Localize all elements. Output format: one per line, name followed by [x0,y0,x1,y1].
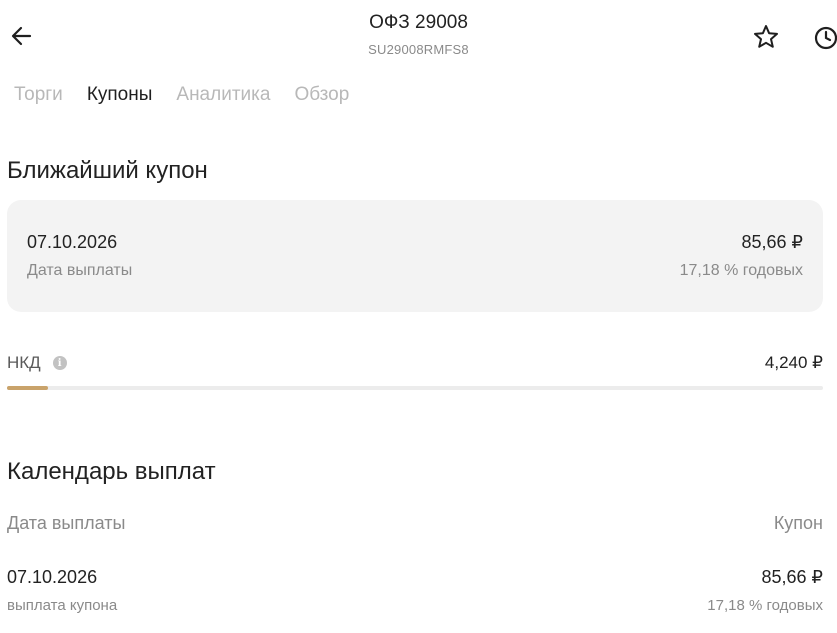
info-icon[interactable]: i [52,356,67,370]
column-header-date: Дата выплаты [7,513,126,533]
coupon-date-label: Дата выплаты [27,262,133,279]
payment-type: выплата купона [7,597,118,614]
tab-overview[interactable]: Обзор [294,84,349,106]
tab-analytics[interactable]: Аналитика [176,84,270,106]
tab-trading[interactable]: Торги [14,84,63,106]
coupon-rate: 17,18 % годовых [679,262,803,279]
isin-subtitle: SU29008RMFS8 [368,42,469,57]
nkd-label: НКД [7,353,41,372]
nearest-coupon-card: 07.10.2026 Дата выплаты 85,66 ₽ 17,18 % … [7,200,823,312]
payment-date: 07.10.2026 [7,567,98,587]
coupon-date: 07.10.2026 [27,232,118,252]
nkd-progress-track [7,386,823,390]
column-header-coupon: Купон [773,513,823,533]
nkd-row: НКД i [7,353,67,373]
tab-bar: Торги Купоны Аналитика Обзор [14,84,349,106]
nkd-progress-fill [7,386,48,390]
clock-icon [814,26,837,50]
coupon-amount: 85,66 ₽ [741,232,804,252]
nkd-value: 4,240 ₽ [764,353,823,372]
star-icon [754,25,778,48]
nearest-coupon-heading: Ближайший купон [7,157,208,184]
calendar-heading: Календарь выплат [7,458,216,485]
history-button[interactable] [812,24,837,52]
page-title: ОФЗ 29008 [369,12,468,33]
payment-amount: 85,66 ₽ [761,567,824,587]
tab-coupons[interactable]: Купоны [87,84,153,106]
payment-rate: 17,18 % годовых [707,597,823,614]
favorite-button[interactable] [752,23,780,51]
